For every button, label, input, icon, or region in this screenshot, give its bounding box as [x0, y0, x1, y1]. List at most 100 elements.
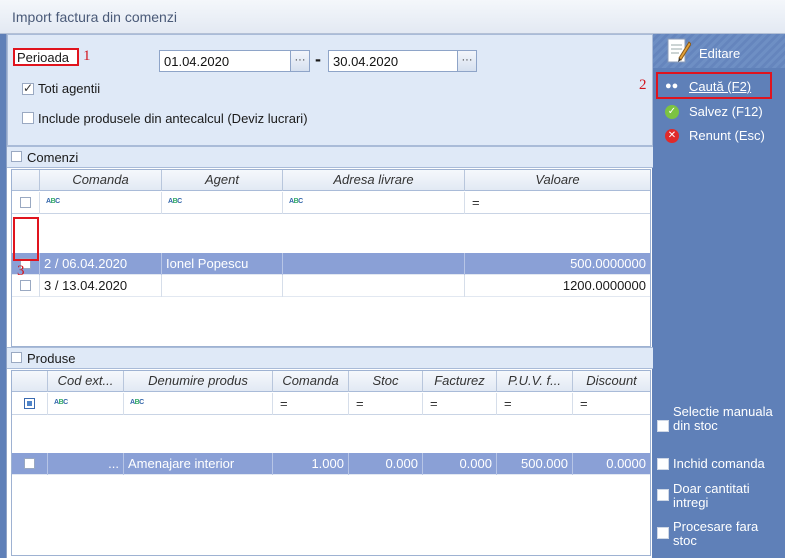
- annotation-2: 2: [639, 77, 647, 93]
- produse-header-comanda[interactable]: Comanda: [273, 371, 349, 392]
- produse-filter-select: [12, 393, 48, 415]
- produse-section-header: Produse: [7, 347, 653, 369]
- date-to-input[interactable]: 30.04.2020: [328, 50, 458, 72]
- window-titlebar: Import factura din comenzi: [0, 0, 785, 34]
- cell-comanda: 1.000: [273, 453, 349, 475]
- annotation-3: 3: [17, 263, 25, 279]
- equals-filter-icon: =: [280, 396, 288, 411]
- produse-header-discount[interactable]: Discount: [573, 371, 650, 392]
- produse-header-stoc[interactable]: Stoc: [349, 371, 423, 392]
- produse-filter-discount[interactable]: =: [573, 393, 650, 415]
- equals-filter-icon: =: [430, 396, 438, 411]
- comenzi-header-comanda[interactable]: Comanda: [40, 170, 162, 191]
- equals-filter-icon: =: [580, 396, 588, 411]
- row-checkbox-highlight: [13, 217, 39, 261]
- comenzi-header-row: Comanda Agent Adresa livrare Valoare: [12, 170, 650, 191]
- produse-header-cod[interactable]: Cod ext...: [48, 371, 124, 392]
- option-label: Doar cantitati intregi: [673, 481, 750, 510]
- produse-section-checkbox[interactable]: [11, 352, 22, 363]
- cell-puv: 500.000: [497, 453, 573, 475]
- period-panel: Perioada 1 01.04.2020 ··· - 30.04.2020 ·…: [7, 34, 653, 146]
- comenzi-filter-adresa[interactable]: ABC: [283, 192, 465, 214]
- table-row[interactable]: 3 / 13.04.2020 1200.0000000: [12, 275, 650, 297]
- produse-filter-denumire[interactable]: ABC: [124, 393, 273, 415]
- cell-agent: [162, 275, 283, 297]
- produse-filter-facturez[interactable]: =: [423, 393, 497, 415]
- date-separator: -: [315, 49, 321, 69]
- date-from-picker-button[interactable]: ···: [290, 50, 310, 72]
- text-filter-icon: ABC: [54, 399, 68, 406]
- row-select-cell: [12, 453, 48, 475]
- salvez-button[interactable]: ✓ Salvez (F12): [661, 103, 776, 121]
- produse-filter-comanda[interactable]: =: [273, 393, 349, 415]
- option-checkbox[interactable]: [657, 527, 669, 539]
- equals-filter-icon: =: [356, 396, 364, 411]
- produse-filter-puv[interactable]: =: [497, 393, 573, 415]
- row-checkbox[interactable]: [24, 458, 35, 469]
- option-label: Procesare fara stoc: [673, 519, 759, 548]
- edit-icon: [667, 38, 691, 63]
- cell-cod: ...: [48, 453, 124, 475]
- comenzi-section-checkbox[interactable]: [11, 151, 22, 162]
- produse-filter-row: ABC ABC = = = = =: [12, 393, 650, 415]
- cell-adresa: [283, 275, 465, 297]
- text-filter-icon: ABC: [130, 399, 144, 406]
- cauta-label: Caută (F2): [689, 79, 752, 94]
- period-label-highlight: Perioada: [13, 48, 79, 66]
- cauta-button[interactable]: ●● Caută (F2): [661, 78, 771, 96]
- option-checkbox[interactable]: [657, 420, 669, 432]
- text-filter-icon: ABC: [46, 198, 60, 205]
- date-from-input[interactable]: 01.04.2020: [159, 50, 291, 72]
- comenzi-header-agent[interactable]: Agent: [162, 170, 283, 191]
- table-row[interactable]: 2 / 06.04.2020 Ionel Popescu 500.0000000: [12, 253, 650, 275]
- annotation-1: 1: [83, 48, 91, 64]
- comenzi-filter-row: ABC ABC ABC =: [12, 192, 650, 214]
- comenzi-filter-select: [12, 192, 40, 214]
- comenzi-filter-agent[interactable]: ABC: [162, 192, 283, 214]
- comenzi-section-label: Comenzi: [27, 150, 79, 165]
- text-filter-icon: ABC: [289, 198, 303, 205]
- cell-discount: 0.0000: [606, 456, 646, 471]
- editare-header[interactable]: Editare: [653, 34, 785, 68]
- salvez-label: Salvez (F12): [689, 104, 763, 119]
- row-checkbox[interactable]: [20, 280, 31, 291]
- comenzi-filter-valoare[interactable]: =: [465, 192, 650, 214]
- comenzi-select-all-checkbox[interactable]: [20, 197, 31, 208]
- cell-facturez: 0.000: [423, 453, 497, 475]
- cell-stoc: 0.000: [349, 453, 423, 475]
- comenzi-grid: Comanda Agent Adresa livrare Valoare ABC…: [11, 169, 651, 347]
- renunt-button[interactable]: ✕ Renunt (Esc): [661, 127, 776, 145]
- produse-header-select: [12, 371, 48, 392]
- comenzi-header-valoare[interactable]: Valoare: [465, 170, 650, 191]
- cell-valoare: 1200.0000000: [562, 278, 646, 293]
- renunt-label: Renunt (Esc): [689, 128, 765, 143]
- produse-filter-cod[interactable]: ABC: [48, 393, 124, 415]
- toti-agentii-checkbox[interactable]: [22, 81, 34, 95]
- produse-header-row: Cod ext... Denumire produs Comanda Stoc …: [12, 371, 650, 392]
- comenzi-header-adresa[interactable]: Adresa livrare: [283, 170, 465, 191]
- editare-label: Editare: [699, 46, 741, 61]
- cell-agent: Ionel Popescu: [162, 253, 283, 275]
- toti-agentii-label: Toti agentii: [38, 81, 101, 96]
- cell-valoare: 500.0000000: [570, 256, 646, 271]
- cell-comanda: 2 / 06.04.2020: [40, 253, 162, 275]
- comenzi-filter-comanda[interactable]: ABC: [40, 192, 162, 214]
- period-label: Perioada: [17, 50, 70, 65]
- date-to-picker-button[interactable]: ···: [457, 50, 477, 72]
- comenzi-section-header: Comenzi: [7, 146, 653, 168]
- main-panel: Perioada 1 01.04.2020 ··· - 30.04.2020 ·…: [6, 34, 653, 558]
- cell-adresa: [283, 253, 465, 275]
- produse-select-all-checkbox[interactable]: [24, 398, 35, 409]
- produse-filter-stoc[interactable]: =: [349, 393, 423, 415]
- produse-header-facturez[interactable]: Facturez: [423, 371, 497, 392]
- produse-header-puv[interactable]: P.U.V. f...: [497, 371, 573, 392]
- option-label: Selectie manuala din stoc: [673, 404, 773, 433]
- option-label: Inchid comanda: [673, 456, 765, 471]
- include-antecalcul-checkbox[interactable]: [22, 112, 34, 124]
- include-antecalcul-label: Include produsele din antecalcul (Deviz …: [38, 111, 308, 126]
- produse-header-denumire[interactable]: Denumire produs: [124, 371, 273, 392]
- option-checkbox[interactable]: [657, 489, 669, 501]
- table-row[interactable]: ... Amenajare interior 1.000 0.000 0.000…: [12, 453, 650, 475]
- check-icon: ✓: [665, 105, 679, 119]
- option-checkbox[interactable]: [657, 458, 669, 470]
